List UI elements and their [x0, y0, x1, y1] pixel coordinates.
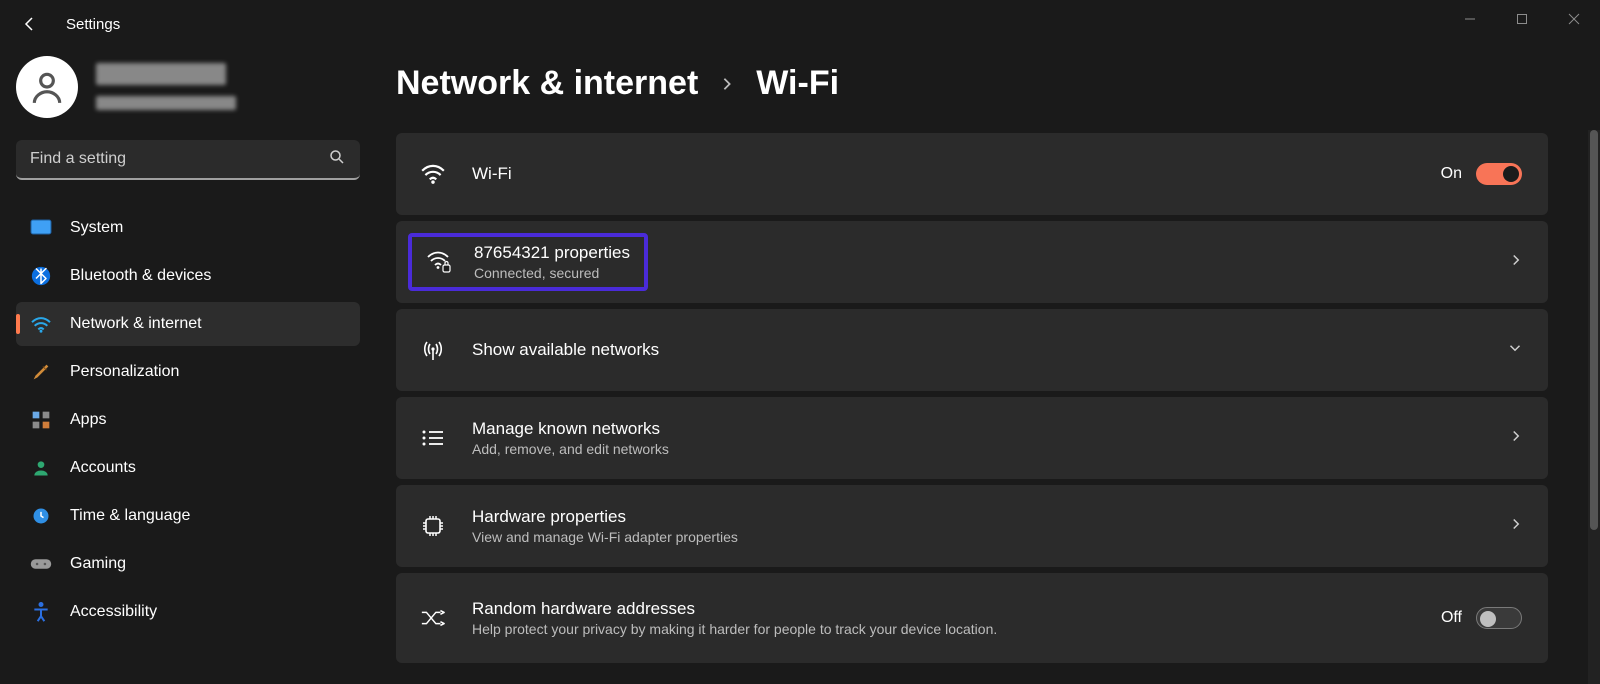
- wifi-icon: [30, 313, 52, 335]
- sidebar-item-label: Accounts: [70, 459, 136, 477]
- chevron-right-icon: [1510, 429, 1522, 448]
- hardware-subtitle: View and manage Wi-Fi adapter properties: [472, 529, 738, 545]
- list-icon: [420, 425, 446, 451]
- search-box[interactable]: [16, 140, 360, 180]
- breadcrumb-parent[interactable]: Network & internet: [396, 64, 698, 103]
- close-button[interactable]: [1548, 0, 1600, 38]
- sidebar-item-bluetooth[interactable]: Bluetooth & devices: [16, 254, 360, 298]
- apps-icon: [30, 409, 52, 431]
- manage-known-networks-row[interactable]: Manage known networks Add, remove, and e…: [396, 397, 1548, 479]
- back-button[interactable]: [20, 14, 40, 34]
- sidebar-item-label: Personalization: [70, 363, 179, 381]
- random-title: Random hardware addresses: [472, 599, 997, 619]
- hardware-properties-row[interactable]: Hardware properties View and manage Wi-F…: [396, 485, 1548, 567]
- clock-icon: [30, 505, 52, 527]
- chip-icon: [420, 513, 446, 539]
- person-icon: [30, 457, 52, 479]
- chevron-down-icon: [1508, 341, 1522, 359]
- account-block[interactable]: [16, 56, 380, 118]
- search-input[interactable]: [30, 150, 328, 168]
- bluetooth-icon: [30, 265, 52, 287]
- wifi-master-row: Wi-Fi On: [396, 133, 1548, 215]
- paintbrush-icon: [30, 361, 52, 383]
- hardware-title: Hardware properties: [472, 507, 738, 527]
- random-hw-toggle[interactable]: [1476, 607, 1522, 629]
- annotation-highlight: 87654321 properties Connected, secured: [408, 233, 648, 291]
- known-title: Manage known networks: [472, 419, 669, 439]
- wifi-properties-row[interactable]: 87654321 properties Connected, secured: [396, 221, 1548, 303]
- page-title: Wi-Fi: [756, 64, 839, 103]
- sidebar-item-system[interactable]: System: [16, 206, 360, 250]
- chevron-right-icon: [1510, 253, 1522, 272]
- chevron-right-icon: [720, 71, 734, 97]
- sidebar-item-accessibility[interactable]: Accessibility: [16, 590, 360, 634]
- shuffle-icon: [420, 605, 446, 631]
- available-title: Show available networks: [472, 340, 659, 360]
- avatar: [16, 56, 78, 118]
- chevron-right-icon: [1510, 517, 1522, 536]
- sidebar-item-label: Time & language: [70, 507, 190, 525]
- show-available-networks-row[interactable]: Show available networks: [396, 309, 1548, 391]
- sidebar-item-personalization[interactable]: Personalization: [16, 350, 360, 394]
- sidebar-item-apps[interactable]: Apps: [16, 398, 360, 442]
- sidebar-item-time-language[interactable]: Time & language: [16, 494, 360, 538]
- wifi-toggle-state: On: [1441, 165, 1462, 183]
- window-title: Settings: [66, 16, 120, 33]
- sidebar-item-gaming[interactable]: Gaming: [16, 542, 360, 586]
- maximize-button[interactable]: [1496, 0, 1548, 38]
- wifi-lock-icon: [426, 249, 452, 275]
- random-toggle-state: Off: [1441, 609, 1462, 627]
- gamepad-icon: [30, 553, 52, 575]
- search-icon: [328, 148, 346, 171]
- sidebar-item-label: Accessibility: [70, 603, 157, 621]
- known-subtitle: Add, remove, and edit networks: [472, 441, 669, 457]
- wifi-toggle-label: Wi-Fi: [472, 164, 512, 184]
- sidebar-item-label: Apps: [70, 411, 106, 429]
- minimize-button[interactable]: [1444, 0, 1496, 38]
- wifi-toggle[interactable]: [1476, 163, 1522, 185]
- sidebar-item-label: System: [70, 219, 123, 237]
- breadcrumb: Network & internet Wi-Fi: [396, 64, 1560, 103]
- scrollbar[interactable]: [1588, 130, 1600, 684]
- sidebar-item-label: Gaming: [70, 555, 126, 573]
- random-hw-address-row: Random hardware addresses Help protect y…: [396, 573, 1548, 663]
- connected-subtitle: Connected, secured: [474, 265, 630, 281]
- random-subtitle: Help protect your privacy by making it h…: [472, 621, 997, 637]
- sidebar-item-network[interactable]: Network & internet: [16, 302, 360, 346]
- sidebar-item-label: Network & internet: [70, 315, 202, 333]
- antenna-icon: [420, 337, 446, 363]
- connected-title: 87654321 properties: [474, 243, 630, 263]
- system-icon: [30, 217, 52, 239]
- user-name-redacted: [96, 59, 236, 115]
- sidebar-item-label: Bluetooth & devices: [70, 267, 211, 285]
- accessibility-icon: [30, 601, 52, 623]
- wifi-icon: [420, 161, 446, 187]
- sidebar-item-accounts[interactable]: Accounts: [16, 446, 360, 490]
